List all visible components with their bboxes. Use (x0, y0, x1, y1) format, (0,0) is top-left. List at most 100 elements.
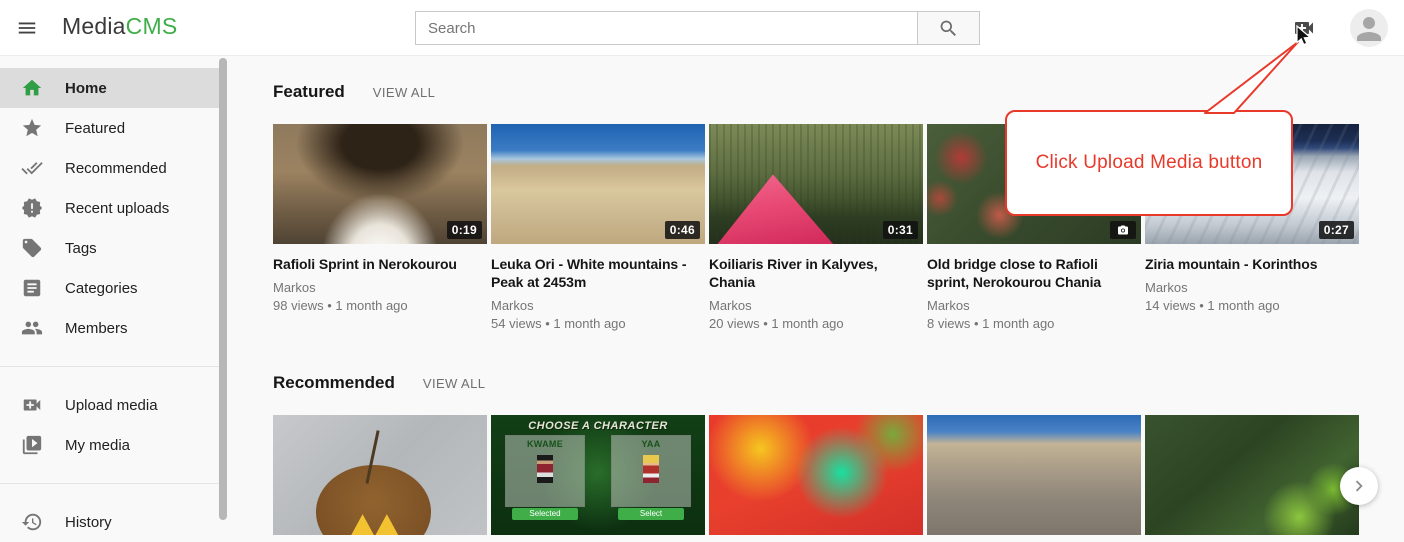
tag-icon (21, 237, 43, 259)
duration-badge: 0:27 (1319, 221, 1354, 239)
app-logo[interactable]: MediaCMS (62, 13, 177, 40)
thumbnail-game-name: KWAME (506, 439, 584, 449)
topbar: MediaCMS (0, 0, 1404, 56)
media-meta: 98 views • 1 month ago (273, 298, 487, 313)
media-title[interactable]: Koiliaris River in Kalyves, Chania (709, 255, 923, 291)
media-card: 0:46 Leuka Ori - White mountains - Peak … (491, 124, 705, 331)
annotation-callout: Click Upload Media button (1005, 110, 1293, 216)
sidebar-item-home[interactable]: Home (0, 68, 220, 108)
media-title[interactable]: Leuka Ori - White mountains - Peak at 24… (491, 255, 705, 291)
sidebar-item-label: Recommended (65, 160, 167, 177)
thumbnail-game-character (537, 455, 553, 483)
sidebar-item-categories[interactable]: Categories (0, 268, 220, 308)
media-card (1145, 415, 1359, 535)
new-releases-icon (21, 197, 43, 219)
media-author[interactable]: Markos (273, 280, 487, 295)
media-card: 0:19 Rafioli Sprint in Nerokourou Markos… (273, 124, 487, 331)
categories-icon (21, 277, 43, 299)
history-icon (21, 511, 43, 533)
media-card: 0:31 Koiliaris River in Kalyves, Chania … (709, 124, 923, 331)
sidebar: Home Featured Recommended Recent uploads… (0, 56, 228, 522)
sidebar-item-recent-uploads[interactable]: Recent uploads (0, 188, 220, 228)
featured-section-header: Featured VIEW ALL (273, 82, 1404, 102)
media-author[interactable]: Markos (927, 298, 1141, 313)
thumbnail-game-character (643, 455, 659, 483)
search-input[interactable] (415, 11, 917, 45)
thumbnail-game-name: YAA (612, 439, 690, 449)
thumbnail-game-button: Select (618, 508, 684, 520)
sidebar-item-my-media[interactable]: My media (0, 425, 220, 465)
media-card (273, 415, 487, 535)
duration-badge: 0:46 (665, 221, 700, 239)
video-thumbnail[interactable] (927, 415, 1141, 535)
carousel-next-button[interactable] (1340, 467, 1378, 505)
sidebar-item-tags[interactable]: Tags (0, 228, 220, 268)
annotation-text: Click Upload Media button (1036, 152, 1263, 174)
sidebar-item-label: My media (65, 437, 130, 454)
sidebar-item-label: Categories (65, 280, 138, 297)
thumbnail-detail (350, 514, 399, 535)
sidebar-item-upload-media[interactable]: Upload media (0, 385, 220, 425)
sidebar-item-label: Upload media (65, 397, 158, 414)
media-card: CHOOSE A CHARACTER KWAME Selected YAA Se… (491, 415, 705, 535)
thumbnail-detail (316, 465, 432, 535)
search-bar (415, 11, 980, 45)
recommended-view-all-link[interactable]: VIEW ALL (423, 376, 485, 391)
done-all-icon (21, 157, 43, 179)
media-card (709, 415, 923, 535)
video-thumbnail[interactable]: 0:46 (491, 124, 705, 244)
thumbnail-game-button: Selected (512, 508, 578, 520)
section-title: Recommended (273, 373, 395, 393)
search-icon (938, 18, 959, 39)
thumbnail-detail (718, 174, 834, 244)
sidebar-item-label: History (65, 514, 112, 531)
media-title[interactable]: Ziria mountain - Korinthos (1145, 255, 1359, 273)
sidebar-item-featured[interactable]: Featured (0, 108, 220, 148)
recommended-cards-row: CHOOSE A CHARACTER KWAME Selected YAA Se… (273, 415, 1404, 535)
sidebar-divider (0, 483, 220, 484)
video-thumbnail[interactable] (709, 415, 923, 535)
thumbnail-detail (366, 430, 380, 484)
upload-media-icon[interactable] (1292, 16, 1316, 40)
media-author[interactable]: Markos (491, 298, 705, 313)
sidebar-item-members[interactable]: Members (0, 308, 220, 348)
chevron-right-icon (1348, 475, 1370, 497)
photo-badge (1110, 221, 1136, 239)
video-thumbnail[interactable] (1145, 415, 1359, 535)
video-thumbnail[interactable]: 0:19 (273, 124, 487, 244)
sidebar-item-recommended[interactable]: Recommended (0, 148, 220, 188)
video-thumbnail[interactable]: CHOOSE A CHARACTER KWAME Selected YAA Se… (491, 415, 705, 535)
media-card (927, 415, 1141, 535)
recommended-section-header: Recommended VIEW ALL (273, 373, 1404, 393)
logo-text-media: Media (62, 13, 126, 39)
upload-media-icon (21, 394, 43, 416)
duration-badge: 0:31 (883, 221, 918, 239)
person-icon (1351, 11, 1387, 47)
media-meta: 14 views • 1 month ago (1145, 298, 1359, 313)
user-avatar[interactable] (1350, 9, 1388, 47)
menu-icon[interactable] (16, 17, 38, 39)
home-icon (21, 77, 43, 99)
duration-badge: 0:19 (447, 221, 482, 239)
media-title[interactable]: Old bridge close to Rafioli sprint, Nero… (927, 255, 1141, 291)
media-author[interactable]: Markos (709, 298, 923, 313)
media-meta: 8 views • 1 month ago (927, 316, 1141, 331)
thumbnail-game-header: CHOOSE A CHARACTER (491, 420, 705, 432)
media-meta: 20 views • 1 month ago (709, 316, 923, 331)
video-thumbnail[interactable] (273, 415, 487, 535)
featured-view-all-link[interactable]: VIEW ALL (373, 85, 435, 100)
sidebar-item-label: Home (65, 80, 107, 97)
sidebar-item-label: Tags (65, 240, 97, 257)
sidebar-scrollbar[interactable] (219, 58, 227, 520)
my-media-icon (21, 434, 43, 456)
sidebar-item-label: Recent uploads (65, 200, 169, 217)
search-button[interactable] (917, 11, 980, 45)
media-author[interactable]: Markos (1145, 280, 1359, 295)
section-title: Featured (273, 82, 345, 102)
media-title[interactable]: Rafioli Sprint in Nerokourou (273, 255, 487, 273)
video-thumbnail[interactable]: 0:31 (709, 124, 923, 244)
sidebar-item-history[interactable]: History (0, 502, 220, 542)
thumbnail-game-panel: YAA Select (611, 435, 691, 507)
members-icon (21, 317, 43, 339)
thumbnail-game-panel: KWAME Selected (505, 435, 585, 507)
